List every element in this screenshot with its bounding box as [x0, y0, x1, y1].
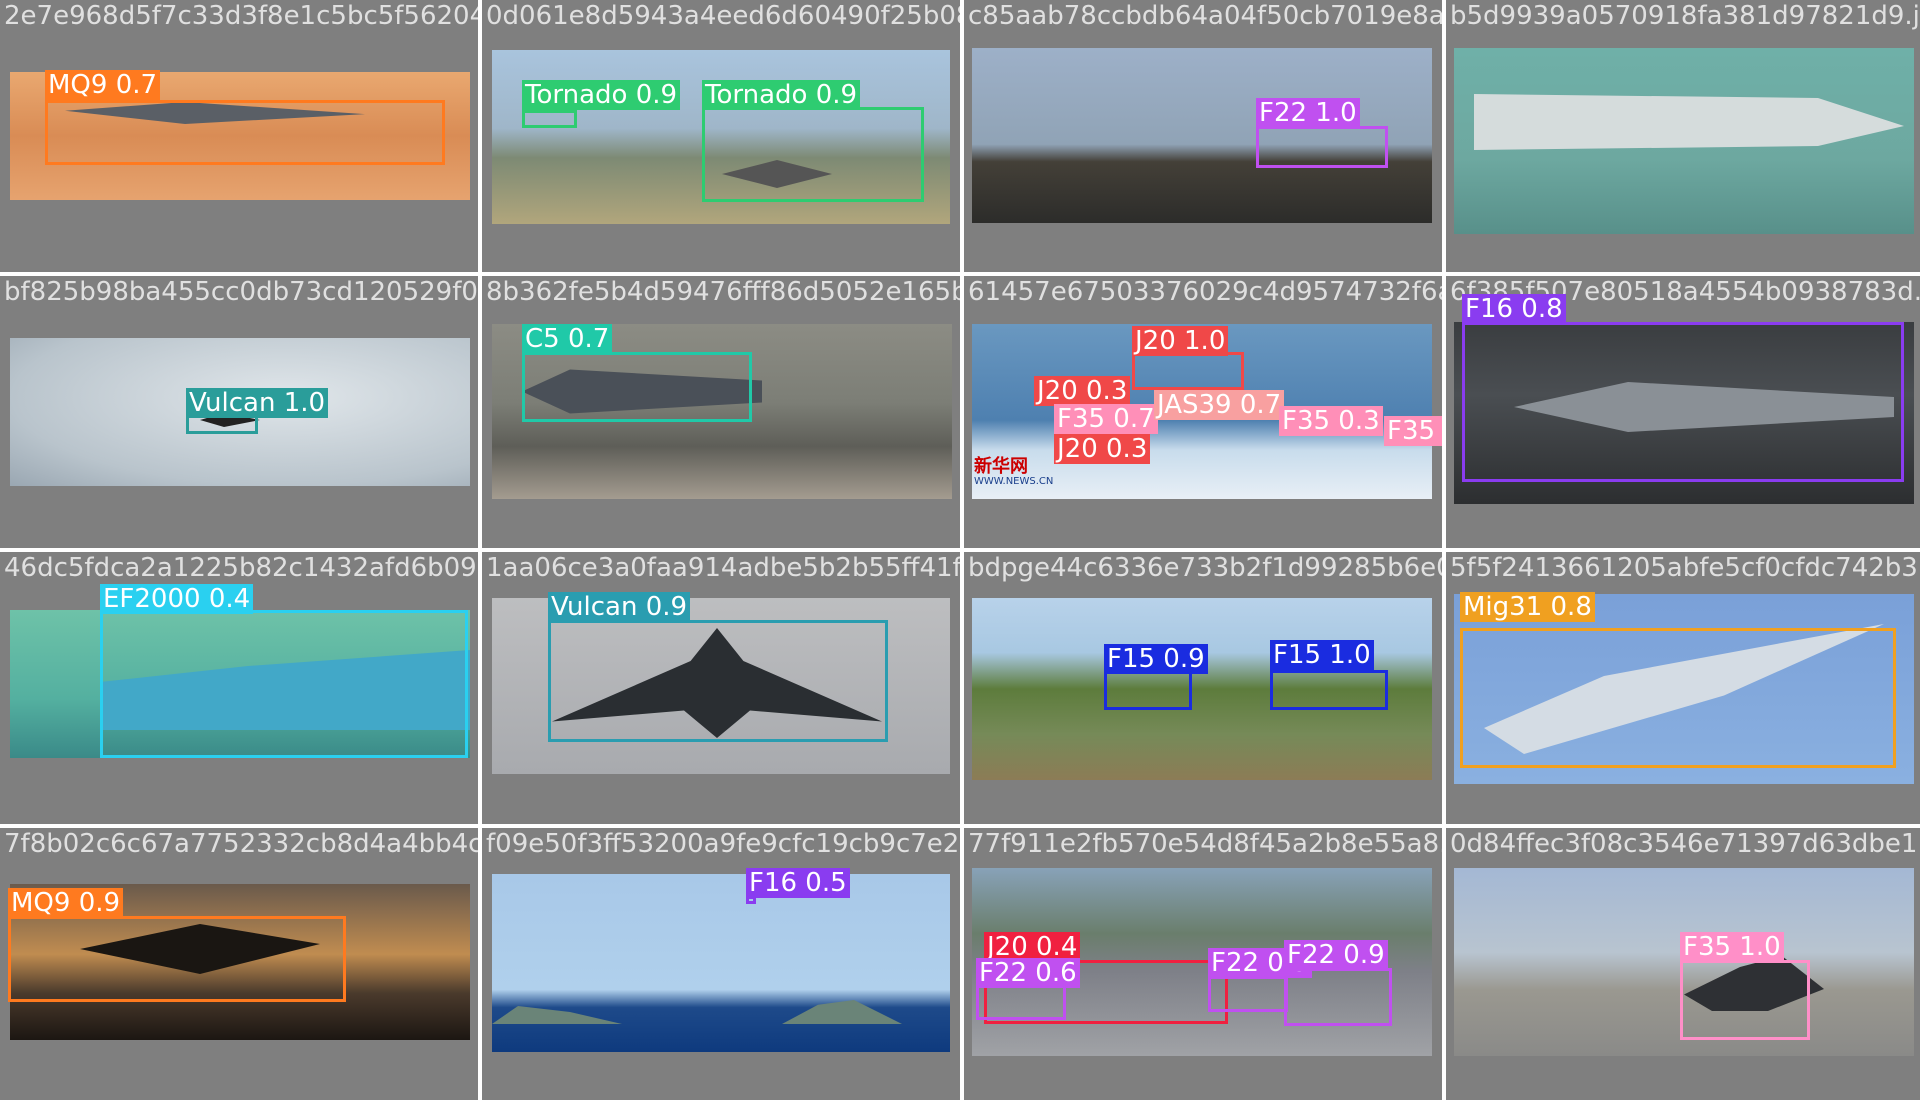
detection-box: [522, 352, 752, 422]
tile-filename: 0d061e8d5943a4eed6d60490f25b085e.jpg: [486, 1, 960, 31]
detection-label: F22 1.0: [1256, 98, 1360, 128]
detection-label: J20 0.3: [1034, 376, 1131, 406]
tile-photo: [1454, 48, 1914, 234]
detection-label: Tornado 0.9: [522, 80, 681, 110]
tile-filename: bf825b98ba455cc0db73cd120529f08b.jpg: [4, 277, 478, 307]
detection-label: F35 1.0: [1680, 932, 1784, 962]
tile-12: 7f8b02c6c67a7752332cb8d4a4bb4c4.jpg MQ9 …: [0, 828, 478, 1100]
tile-1: 0d061e8d5943a4eed6d60490f25b085e.jpg Tor…: [482, 0, 960, 272]
tile-6: 61457e67503376029c4d9574732f6a8.jpg 新华网 …: [964, 276, 1442, 548]
detection-label: F22 0.6: [976, 958, 1080, 988]
tile-8: 46dc5fdca2a1225b82c1432afd6b0971.jpg EF2…: [0, 552, 478, 824]
tile-filename: 46dc5fdca2a1225b82c1432afd6b0971.jpg: [4, 553, 478, 583]
watermark-url: WWW.NEWS.CN: [974, 476, 1054, 487]
watermark-site: 新华网: [974, 456, 1028, 477]
detection-label: F35 0.5: [1384, 416, 1442, 446]
tile-filename: 77f911e2fb570e54d8f45a2b8e55a8.jpg: [968, 829, 1442, 859]
detection-box: [8, 916, 346, 1002]
tile-filename: c85aab78ccbdb64a04f50cb7019e8a105.jpg: [968, 1, 1442, 31]
detection-label: Mig31 0.8: [1460, 592, 1595, 622]
detection-box: [45, 100, 445, 165]
tile-11: 5f5f2413661205abfe5cf0cfdc742b3.jpg Mig3…: [1446, 552, 1920, 824]
aircraft-shape: [1474, 94, 1904, 150]
detection-box: [702, 107, 924, 202]
tile-filename: 0d84ffec3f08c3546e71397d63dbe1.jpg: [1450, 829, 1920, 859]
detection-label: J20 0.3: [1054, 434, 1151, 464]
detection-label: MQ9 0.9: [8, 888, 124, 918]
detection-box: [522, 110, 577, 128]
detection-label: F35 0.3: [1279, 406, 1383, 436]
tile-0: 2e7e968d5f7c33d3f8e1c5bc5f5620460.jpg MQ…: [0, 0, 478, 272]
tile-filename: 7f8b02c6c67a7752332cb8d4a4bb4c4.jpg: [4, 829, 478, 859]
tile-10: bdpge44c6336e733b2f1d99285b6e05b.jpg F15…: [964, 552, 1442, 824]
detection-label: F16 0.5: [746, 868, 850, 898]
detection-label: Vulcan 0.9: [548, 592, 691, 622]
detection-box: [1132, 352, 1244, 390]
tile-filename: b5d9939a0570918fa381d97821d9.jpg: [1450, 1, 1920, 31]
detection-label: C5 0.7: [522, 324, 613, 354]
detection-label: Tornado 0.9: [702, 80, 861, 110]
detection-label: F15 1.0: [1270, 640, 1374, 670]
tile-7: 6f385f507e80518a4554b0938783d.jpg F16 0.…: [1446, 276, 1920, 548]
detection-label: JAS39 0.7: [1154, 390, 1285, 420]
tile-filename: f09e50f3ff53200a9fe9cfc19cb9c7e27.jpg: [486, 829, 960, 859]
tile-13: f09e50f3ff53200a9fe9cfc19cb9c7e27.jpg F1…: [482, 828, 960, 1100]
detection-box: [1270, 670, 1388, 710]
detection-box: [1460, 628, 1896, 768]
detection-label: F35 0.7: [1054, 404, 1158, 434]
detection-grid: 2e7e968d5f7c33d3f8e1c5bc5f5620460.jpg MQ…: [0, 0, 1920, 1100]
tile-filename: 2e7e968d5f7c33d3f8e1c5bc5f5620460.jpg: [4, 1, 478, 31]
tile-photo: [492, 874, 950, 1052]
detection-label: J20 1.0: [1132, 326, 1229, 356]
detection-label: Vulcan 1.0: [186, 388, 329, 418]
island-shape: [782, 1000, 902, 1024]
tile-2: c85aab78ccbdb64a04f50cb7019e8a105.jpg F2…: [964, 0, 1442, 272]
detection-box: [1256, 126, 1388, 168]
detection-box: [1104, 670, 1192, 710]
detection-box: [1208, 976, 1288, 1012]
detection-label: MQ9 0.7: [45, 70, 161, 100]
tile-9: 1aa06ce3a0faa914adbe5b2b55ff41f1.jpg Vul…: [482, 552, 960, 824]
detection-label: F22 0.9: [1284, 940, 1388, 970]
detection-box: [100, 610, 468, 758]
tile-15: 0d84ffec3f08c3546e71397d63dbe1.jpg F35 1…: [1446, 828, 1920, 1100]
detection-label: F16 0.8: [1462, 294, 1566, 324]
tile-filename: bdpge44c6336e733b2f1d99285b6e05b.jpg: [968, 553, 1442, 583]
tile-filename: 8b362fe5b4d59476fff86d5052e165b6.jpg: [486, 277, 960, 307]
detection-label: EF2000 0.4: [100, 584, 254, 614]
detection-label: F15 0.9: [1104, 644, 1208, 674]
tile-5: 8b362fe5b4d59476fff86d5052e165b6.jpg C5 …: [482, 276, 960, 548]
tile-3: b5d9939a0570918fa381d97821d9.jpg: [1446, 0, 1920, 272]
tile-filename: 5f5f2413661205abfe5cf0cfdc742b3.jpg: [1450, 553, 1920, 583]
detection-box: [1462, 322, 1904, 482]
tile-14: 77f911e2fb570e54d8f45a2b8e55a8.jpg J20 0…: [964, 828, 1442, 1100]
tile-filename: 61457e67503376029c4d9574732f6a8.jpg: [968, 277, 1442, 307]
detection-box: [548, 620, 888, 742]
island-shape: [492, 1006, 622, 1024]
detection-box: [1680, 960, 1810, 1040]
detection-box: [1284, 968, 1392, 1026]
tile-4: bf825b98ba455cc0db73cd120529f08b.jpg Vul…: [0, 276, 478, 548]
tile-filename: 1aa06ce3a0faa914adbe5b2b55ff41f1.jpg: [486, 553, 960, 583]
